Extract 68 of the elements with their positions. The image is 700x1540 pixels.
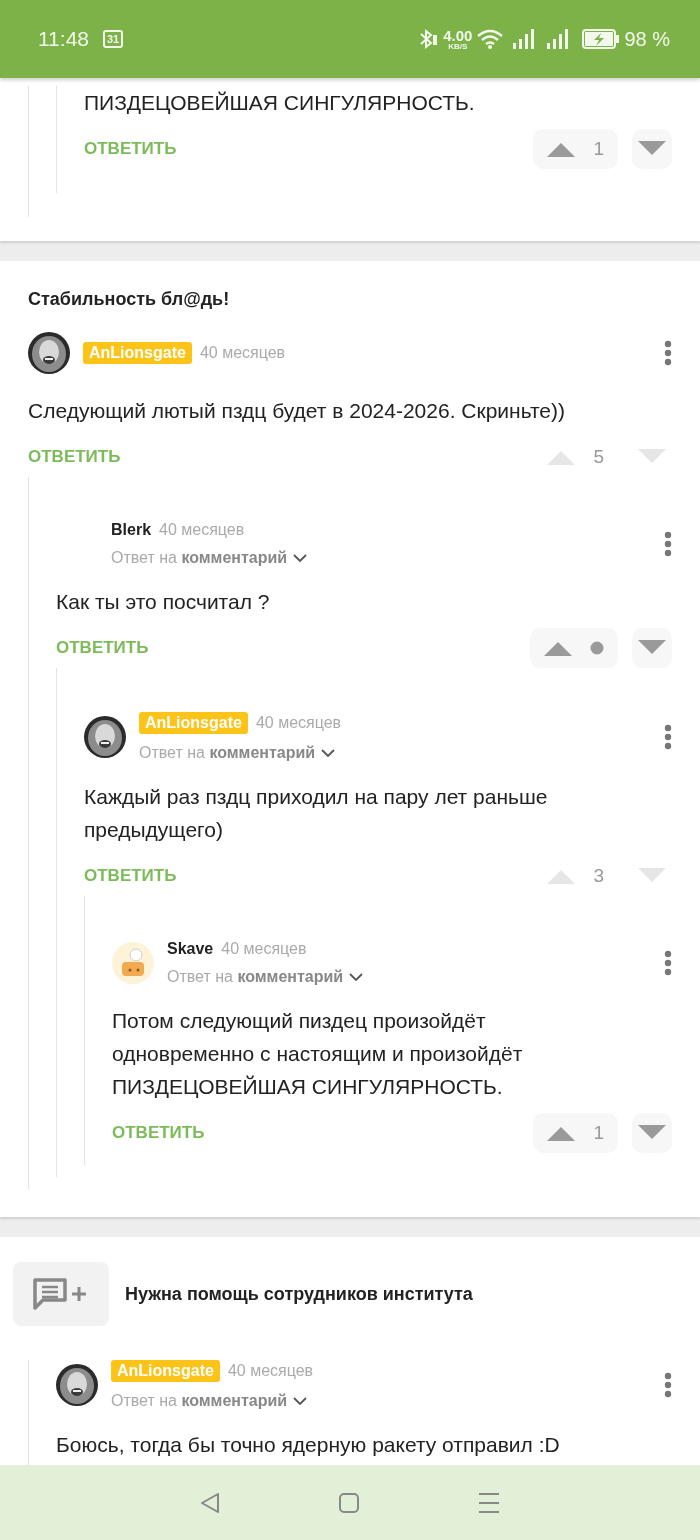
up-arrow-icon [547,449,576,465]
author-name[interactable]: AnLionsgate [111,1360,220,1382]
reply-to-link[interactable]: Ответ на комментарий [167,968,344,986]
up-arrow-icon [547,868,576,884]
down-arrow-icon [638,868,666,884]
comment-text: Боюсь, тогда бы точно ядерную ракету отправил :D [56,1432,561,1458]
author-name[interactable]: AnLionsgate [83,342,192,364]
up-arrow-icon [547,1125,576,1141]
post-title[interactable]: Нужна помощь сотрудников института [125,1283,473,1305]
vote-down-button[interactable] [632,628,672,668]
comment-text: Потом следующий пиздец произойдёт одновременно с настоящим и произойдёт ПИЗДЕЦОВЕЙШАЯ СИНГУЛЯРНОСТЬ. [112,1008,524,1100]
menu-icon[interactable] [477,1491,502,1514]
home-icon[interactable] [338,1491,360,1514]
author-name[interactable]: Blerk [111,521,152,539]
author-name[interactable]: Skave [167,940,214,958]
vote-up-button[interactable]: 1 [533,1113,618,1153]
post-title[interactable]: Стабильность бл@дь! [28,289,672,310]
wifi-icon [476,29,505,49]
network-speed: 4.00 KB/S [443,27,473,51]
more-options-icon[interactable] [664,724,672,750]
more-options-icon[interactable] [664,340,672,366]
chevron-down-icon[interactable] [349,972,364,982]
chevron-down-icon[interactable] [293,553,308,563]
down-arrow-icon [638,449,666,465]
rating: 1 [593,138,604,160]
comment-text: Следующий лютый пздц будет в 2024-2026. Скриньте)) [28,398,567,424]
calendar-notification-icon: 31 [103,30,124,48]
down-arrow-icon [638,141,666,157]
comment-text: Каждый раз пздц приходил на пару лет раньше предыдущего) [84,784,549,843]
vote-up-button[interactable] [530,628,618,668]
more-options-icon[interactable] [664,950,672,976]
reply-to-link[interactable]: Ответ на комментарий [139,744,316,762]
add-comment-button[interactable] [13,1262,109,1326]
comment-time: 40 месяцев [255,714,342,732]
battery-percent: 98 % [624,27,670,51]
comment-time: 40 месяцев [221,940,307,958]
up-arrow-icon [544,640,572,656]
reply-link[interactable]: ОТВЕТИТЬ [112,1123,205,1143]
vote-up-button[interactable]: 5 [533,437,618,477]
rating: 5 [593,446,604,468]
chevron-down-icon[interactable] [293,1396,308,1406]
reply-to-link[interactable]: Ответ на комментарий [111,1392,288,1410]
back-icon[interactable] [198,1491,221,1514]
vote-down-button[interactable] [632,129,672,169]
reply-link[interactable]: ОТВЕТИТЬ [84,139,177,159]
comment-text: Как ты это посчитал ? [56,589,271,615]
comment-text: ПИЗДЕЦОВЕЙШАЯ СИНГУЛЯРНОСТЬ. [84,90,476,116]
down-arrow-icon [638,1125,666,1141]
battery-charging-icon [582,29,621,49]
reply-link[interactable]: ОТВЕТИТЬ [56,638,149,658]
vote-up-button[interactable]: 1 [533,129,618,169]
rating: 3 [593,865,604,887]
author-name[interactable]: AnLionsgate [139,712,248,734]
down-arrow-icon [638,640,666,656]
comment-time: 40 месяцев [159,521,245,539]
vote-down-button[interactable] [632,1113,672,1153]
reply-to-link[interactable]: Ответ на комментарий [111,549,288,567]
more-options-icon[interactable] [664,531,672,557]
clock: 11:48 [38,27,89,51]
comment-time: 40 месяцев [199,344,286,362]
rating: 1 [593,1122,604,1144]
chevron-down-icon[interactable] [321,748,336,758]
more-options-icon[interactable] [664,1372,672,1398]
comment-time: 40 месяцев [227,1362,314,1380]
reply-link[interactable]: ОТВЕТИТЬ [84,866,177,886]
reply-link[interactable]: ОТВЕТИТЬ [28,447,121,467]
up-arrow-icon [547,141,576,157]
vote-up-button[interactable]: 3 [533,856,618,896]
